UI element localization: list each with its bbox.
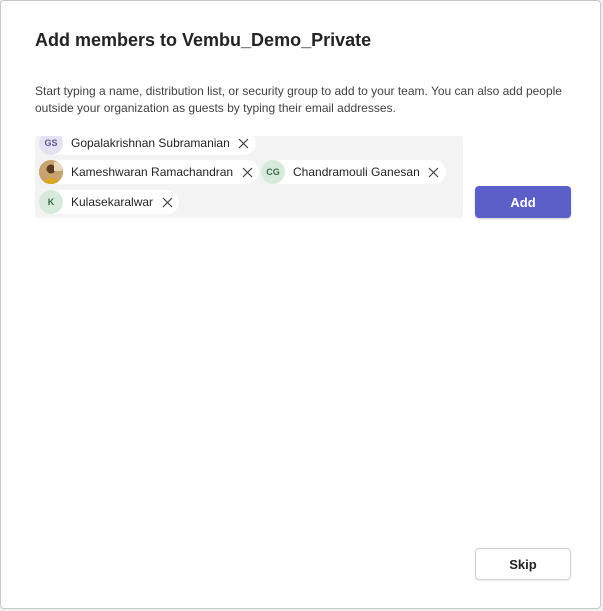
dialog-description: Start typing a name, distribution list, … <box>35 84 562 115</box>
avatar: K <box>39 190 63 214</box>
member-chip: GS Gopalakrishnan Subramanian <box>39 136 256 155</box>
close-icon[interactable] <box>239 164 255 180</box>
user-photo-icon <box>39 160 63 184</box>
people-picker[interactable]: GS Gopalakrishnan Subramanian Kameshwara… <box>35 136 463 218</box>
member-name: Kameshwaran Ramachandran <box>71 165 234 179</box>
skip-button[interactable]: Skip <box>475 548 571 580</box>
add-button[interactable]: Add <box>475 186 571 218</box>
member-name: Chandramouli Ganesan <box>293 165 420 179</box>
member-name: Kulasekaralwar <box>71 195 154 209</box>
add-members-dialog: Add members to Vembu_Demo_Private Start … <box>0 0 601 609</box>
avatar: CG <box>261 160 285 184</box>
dialog-title: Add members to Vembu_Demo_Private <box>35 30 372 50</box>
member-name: Gopalakrishnan Subramanian <box>71 136 230 150</box>
member-chip: CG Chandramouli Ganesan <box>261 160 446 184</box>
close-icon[interactable] <box>236 136 252 151</box>
member-chip: K Kulasekaralwar <box>39 190 180 214</box>
close-icon[interactable] <box>426 164 442 180</box>
close-icon[interactable] <box>159 194 175 210</box>
member-chip: Kameshwaran Ramachandran <box>39 160 260 184</box>
avatar: GS <box>39 136 63 155</box>
